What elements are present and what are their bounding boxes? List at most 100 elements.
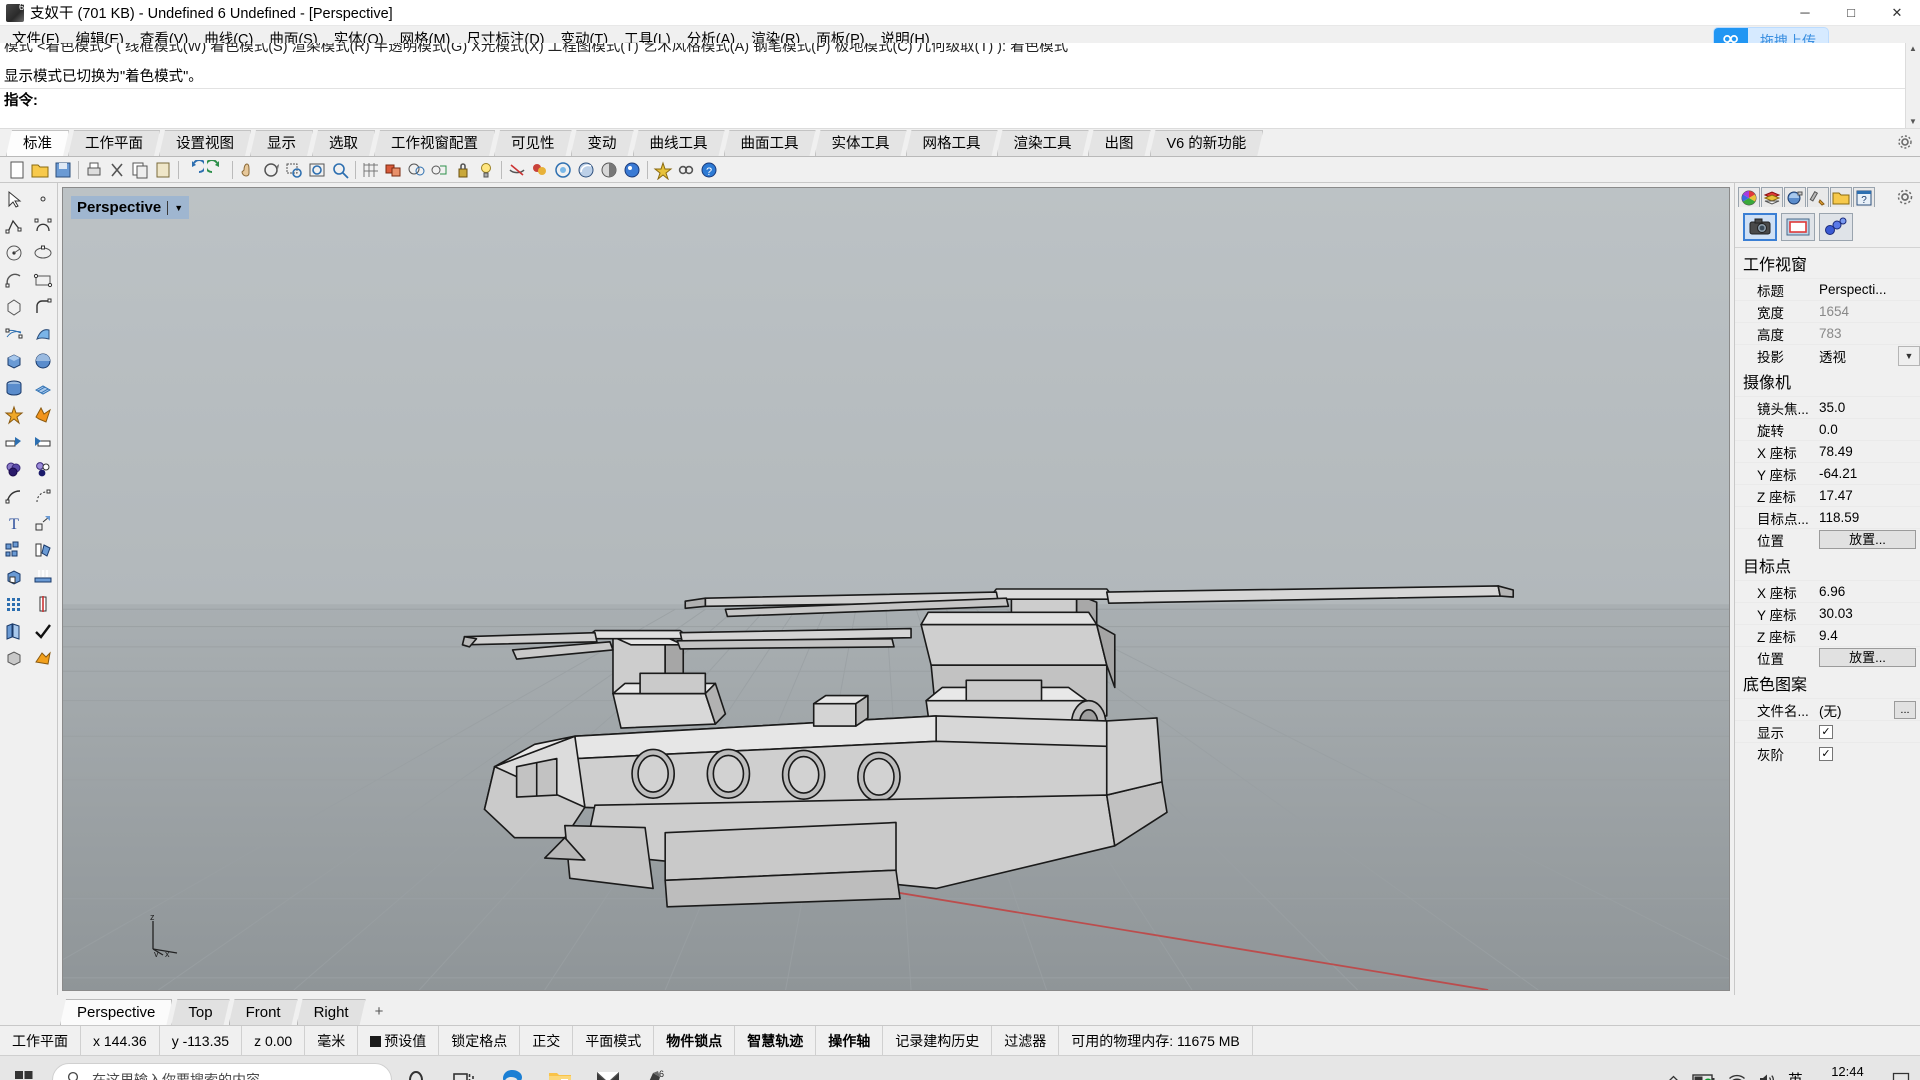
blend-curve-icon[interactable] (0, 482, 28, 509)
viewport-tab-top[interactable]: Top (171, 999, 229, 1025)
save-icon[interactable] (52, 159, 74, 181)
lock-icon[interactable] (429, 159, 451, 181)
toolbar-tab-8[interactable]: 曲线工具 (633, 130, 725, 156)
control-point-curve-icon[interactable] (29, 212, 57, 239)
mail-icon[interactable] (584, 1056, 632, 1080)
grid-array-icon[interactable] (0, 590, 28, 617)
help-icon[interactable]: ? (1853, 187, 1875, 207)
toolbar-tab-4[interactable]: 选取 (312, 130, 375, 156)
copy-object-icon[interactable] (29, 536, 57, 563)
property-value[interactable]: 0.0 (1817, 422, 1920, 437)
mesh-plane-icon[interactable] (29, 374, 57, 401)
property-checkbox[interactable]: ✓ (1819, 746, 1833, 761)
status-cell-3[interactable]: z 0.00 (242, 1025, 306, 1056)
rhino-icon[interactable]: 6 (632, 1056, 680, 1080)
status-cell-4[interactable]: 毫米 (305, 1025, 359, 1056)
command-scrollbar[interactable]: ▲ ▼ (1905, 43, 1920, 128)
toolbar-tab-7[interactable]: 变动 (571, 130, 634, 156)
toolbar-tab-14[interactable]: V6 的新功能 (1150, 130, 1264, 156)
status-cell-7[interactable]: 正交 (520, 1025, 574, 1056)
cut-icon[interactable] (106, 159, 128, 181)
status-cell-13[interactable]: 过滤器 (992, 1025, 1060, 1056)
viewport-tab-front[interactable]: Front (229, 999, 298, 1025)
place-button[interactable]: 放置... (1819, 648, 1916, 667)
flashlight-icon[interactable] (621, 159, 643, 181)
wifi-icon[interactable] (1728, 1073, 1746, 1080)
property-value[interactable]: 9.4 (1817, 628, 1920, 643)
split-icon[interactable] (29, 428, 57, 455)
scroll-down-icon[interactable]: ▼ (1909, 116, 1917, 128)
print-icon[interactable] (83, 159, 105, 181)
windows-start-icon[interactable] (0, 1056, 48, 1080)
add-viewport-tab-icon[interactable]: + (365, 999, 394, 1025)
array-icon[interactable] (0, 536, 28, 563)
toolbar-tab-6[interactable]: 可见性 (494, 130, 572, 156)
object-properties-icon[interactable] (406, 159, 428, 181)
polyline-icon[interactable] (0, 212, 28, 239)
search-input[interactable]: 在这里输入你要搜索的内容 (52, 1062, 392, 1080)
viewport-title[interactable]: Perspective ▼ (71, 196, 190, 219)
check-icon[interactable] (29, 617, 57, 644)
zoom-selected-icon[interactable] (329, 159, 351, 181)
cortana-icon[interactable] (392, 1056, 440, 1080)
preview-icon[interactable] (598, 159, 620, 181)
browse-button[interactable]: ... (1894, 700, 1916, 719)
help-icon[interactable]: ? (698, 159, 720, 181)
close-button[interactable]: ✕ (1874, 0, 1920, 26)
explode-icon[interactable] (29, 401, 57, 428)
material-icon[interactable] (529, 159, 551, 181)
toolbar-tab-11[interactable]: 网格工具 (906, 130, 998, 156)
pan-icon[interactable] (237, 159, 259, 181)
notification-icon[interactable] (1892, 1072, 1910, 1080)
sphere-solid-icon[interactable] (29, 347, 57, 374)
status-cell-5[interactable]: 预设值 (358, 1025, 440, 1056)
paste-icon[interactable] (152, 159, 174, 181)
perspective-viewport[interactable]: Perspective ▼ z y x (62, 187, 1730, 991)
link-icon[interactable] (675, 159, 697, 181)
undo-icon[interactable] (183, 159, 205, 181)
surface-from-points-icon[interactable] (0, 320, 28, 347)
extrude-surface-icon[interactable] (29, 320, 57, 347)
status-cell-0[interactable]: 工作平面 (0, 1025, 81, 1056)
file-explorer-icon[interactable] (536, 1056, 584, 1080)
cap-icon[interactable] (0, 563, 28, 590)
maximize-button[interactable]: □ (1828, 0, 1874, 26)
command-prompt-label[interactable]: 指令: (0, 89, 1920, 113)
open-folder-icon[interactable] (29, 159, 51, 181)
circle-icon[interactable] (0, 239, 28, 266)
toolbar-tab-2[interactable]: 设置视图 (159, 130, 251, 156)
shade-icon[interactable] (575, 159, 597, 181)
flow-icon[interactable] (29, 644, 57, 671)
text-icon[interactable]: T (0, 509, 28, 536)
ellipse-icon[interactable] (29, 239, 57, 266)
status-cell-12[interactable]: 记录建构历史 (883, 1025, 993, 1056)
status-cell-2[interactable]: y -113.35 (160, 1025, 243, 1056)
gear-icon[interactable] (1897, 189, 1913, 205)
rectangle-icon[interactable] (29, 266, 57, 293)
status-cell-8[interactable]: 平面模式 (573, 1025, 655, 1056)
toolbar-tab-1[interactable]: 工作平面 (68, 130, 160, 156)
property-value[interactable]: 17.47 (1817, 488, 1920, 503)
boolean-union-icon[interactable] (0, 401, 28, 428)
brush-icon[interactable] (1807, 187, 1829, 207)
property-value[interactable]: 6.96 (1817, 584, 1920, 599)
boolean-difference-icon[interactable] (0, 455, 28, 482)
light-bulb-icon[interactable] (452, 159, 474, 181)
point-icon[interactable] (29, 185, 57, 212)
minimize-button[interactable]: ─ (1782, 0, 1828, 26)
new-file-icon[interactable] (6, 159, 28, 181)
status-cell-14[interactable]: 可用的物理内存: 11675 MB (1059, 1025, 1253, 1056)
status-cell-1[interactable]: x 144.36 (81, 1025, 160, 1056)
gear-icon[interactable] (1898, 135, 1912, 149)
layer-icon[interactable] (383, 159, 405, 181)
copy-icon[interactable] (129, 159, 151, 181)
edge-browser-icon[interactable] (488, 1056, 536, 1080)
property-value[interactable]: -64.21 (1817, 466, 1920, 481)
curve-fillet-icon[interactable] (29, 293, 57, 320)
viewport-tab-right[interactable]: Right (297, 999, 366, 1025)
render-icon[interactable] (506, 159, 528, 181)
cylinder-icon[interactable] (0, 374, 28, 401)
grid-snap-icon[interactable] (360, 159, 382, 181)
status-cell-10[interactable]: 智慧轨迹 (735, 1025, 817, 1056)
property-value[interactable]: 30.03 (1817, 606, 1920, 621)
